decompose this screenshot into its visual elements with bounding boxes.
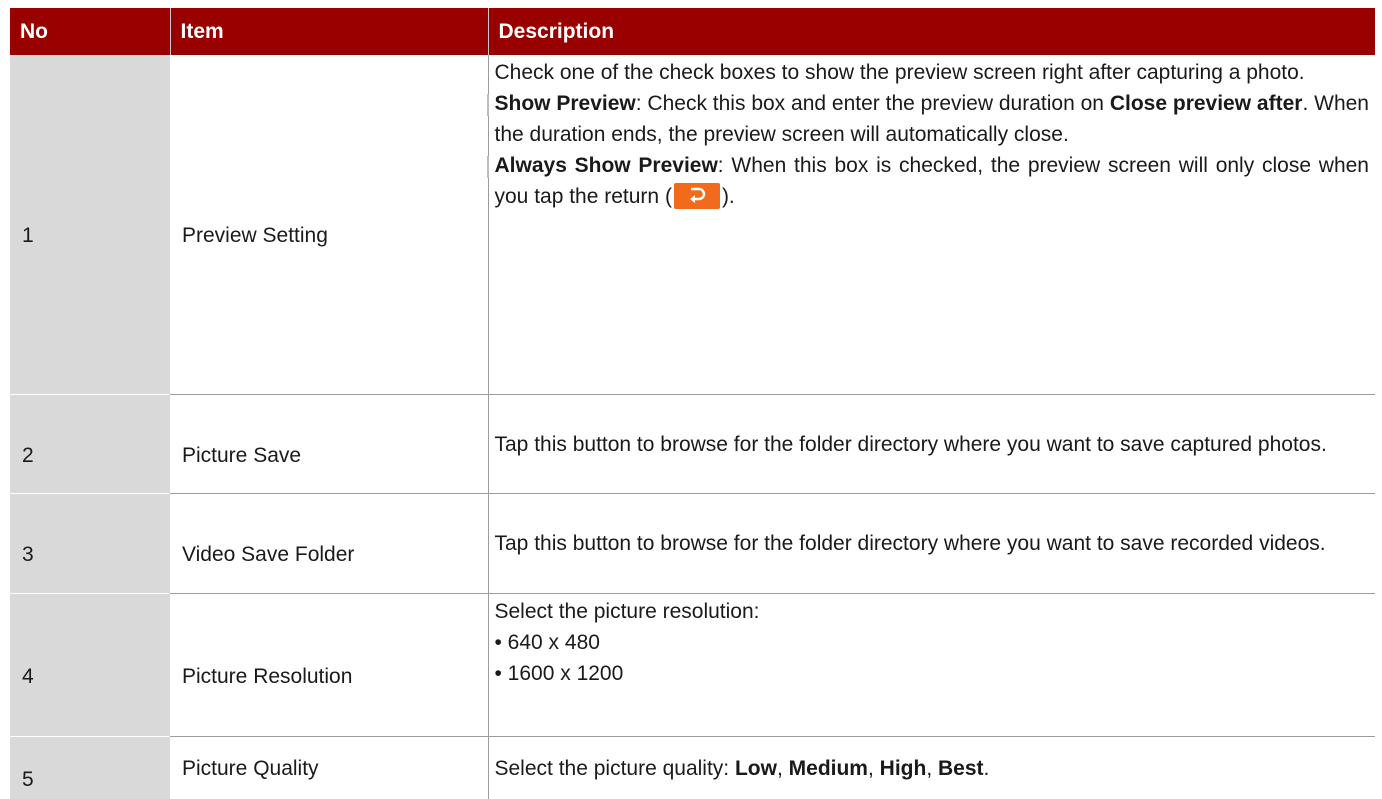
row-item: Preview Setting bbox=[170, 55, 488, 395]
row-number: 5 bbox=[10, 737, 170, 799]
bullet-marker bbox=[487, 156, 489, 178]
quality-low: Low bbox=[735, 757, 777, 780]
show-preview-line: Show Preview: Check this box and enter t… bbox=[495, 88, 1370, 150]
row-description: Select the picture resolution: • 640 x 4… bbox=[488, 594, 1375, 737]
show-preview-text-a: : Check this box and enter the preview d… bbox=[636, 92, 1110, 115]
row-item: Video Save Folder bbox=[170, 494, 488, 594]
header-item: Item bbox=[170, 8, 488, 55]
settings-table: No Item Description 1 Preview Setting Ch… bbox=[10, 8, 1375, 799]
table-row: 2 Picture Save Tap this button to browse… bbox=[10, 395, 1375, 494]
separator: , bbox=[926, 757, 938, 780]
quality-best: Best bbox=[938, 757, 984, 780]
row-item: Picture Quality bbox=[170, 737, 488, 799]
sentence-end: . bbox=[984, 757, 990, 780]
return-arrow-icon bbox=[674, 183, 720, 209]
resolution-intro: Select the picture resolution: bbox=[495, 596, 1370, 627]
header-no: No bbox=[10, 8, 170, 55]
close-preview-label: Close preview after bbox=[1110, 92, 1303, 115]
table-row: 5 Picture Quality Select the picture qua… bbox=[10, 737, 1375, 799]
separator: , bbox=[868, 757, 880, 780]
description-intro: Check one of the check boxes to show the… bbox=[495, 57, 1370, 88]
always-show-preview-label: Always Show Preview bbox=[495, 154, 718, 177]
quality-intro: Select the picture quality: bbox=[495, 757, 735, 780]
row-description: Tap this button to browse for the folder… bbox=[488, 395, 1375, 494]
row-number: 3 bbox=[10, 494, 170, 594]
row-number: 1 bbox=[10, 55, 170, 395]
show-preview-label: Show Preview bbox=[495, 92, 636, 115]
row-description: Tap this button to browse for the folder… bbox=[488, 494, 1375, 594]
quality-medium: Medium bbox=[789, 757, 868, 780]
table-row: 1 Preview Setting Check one of the check… bbox=[10, 55, 1375, 395]
separator: , bbox=[777, 757, 789, 780]
quality-high: High bbox=[880, 757, 927, 780]
row-description: Select the picture quality: Low, Medium,… bbox=[488, 737, 1375, 799]
table-header-row: No Item Description bbox=[10, 8, 1375, 55]
header-description: Description bbox=[488, 8, 1375, 55]
row-item: Picture Save bbox=[170, 395, 488, 494]
table-row: 3 Video Save Folder Tap this button to b… bbox=[10, 494, 1375, 594]
bullet-marker bbox=[487, 94, 489, 116]
row-number: 4 bbox=[10, 594, 170, 737]
always-text-b: ). bbox=[722, 185, 735, 208]
resolution-option: • 640 x 480 bbox=[495, 627, 1370, 658]
row-number: 2 bbox=[10, 395, 170, 494]
row-item: Picture Resolution bbox=[170, 594, 488, 737]
resolution-option: • 1600 x 1200 bbox=[495, 658, 1370, 689]
table-row: 4 Picture Resolution Select the picture … bbox=[10, 594, 1375, 737]
always-preview-line: Always Show Preview: When this box is ch… bbox=[495, 150, 1370, 212]
row-description: Check one of the check boxes to show the… bbox=[488, 55, 1375, 395]
